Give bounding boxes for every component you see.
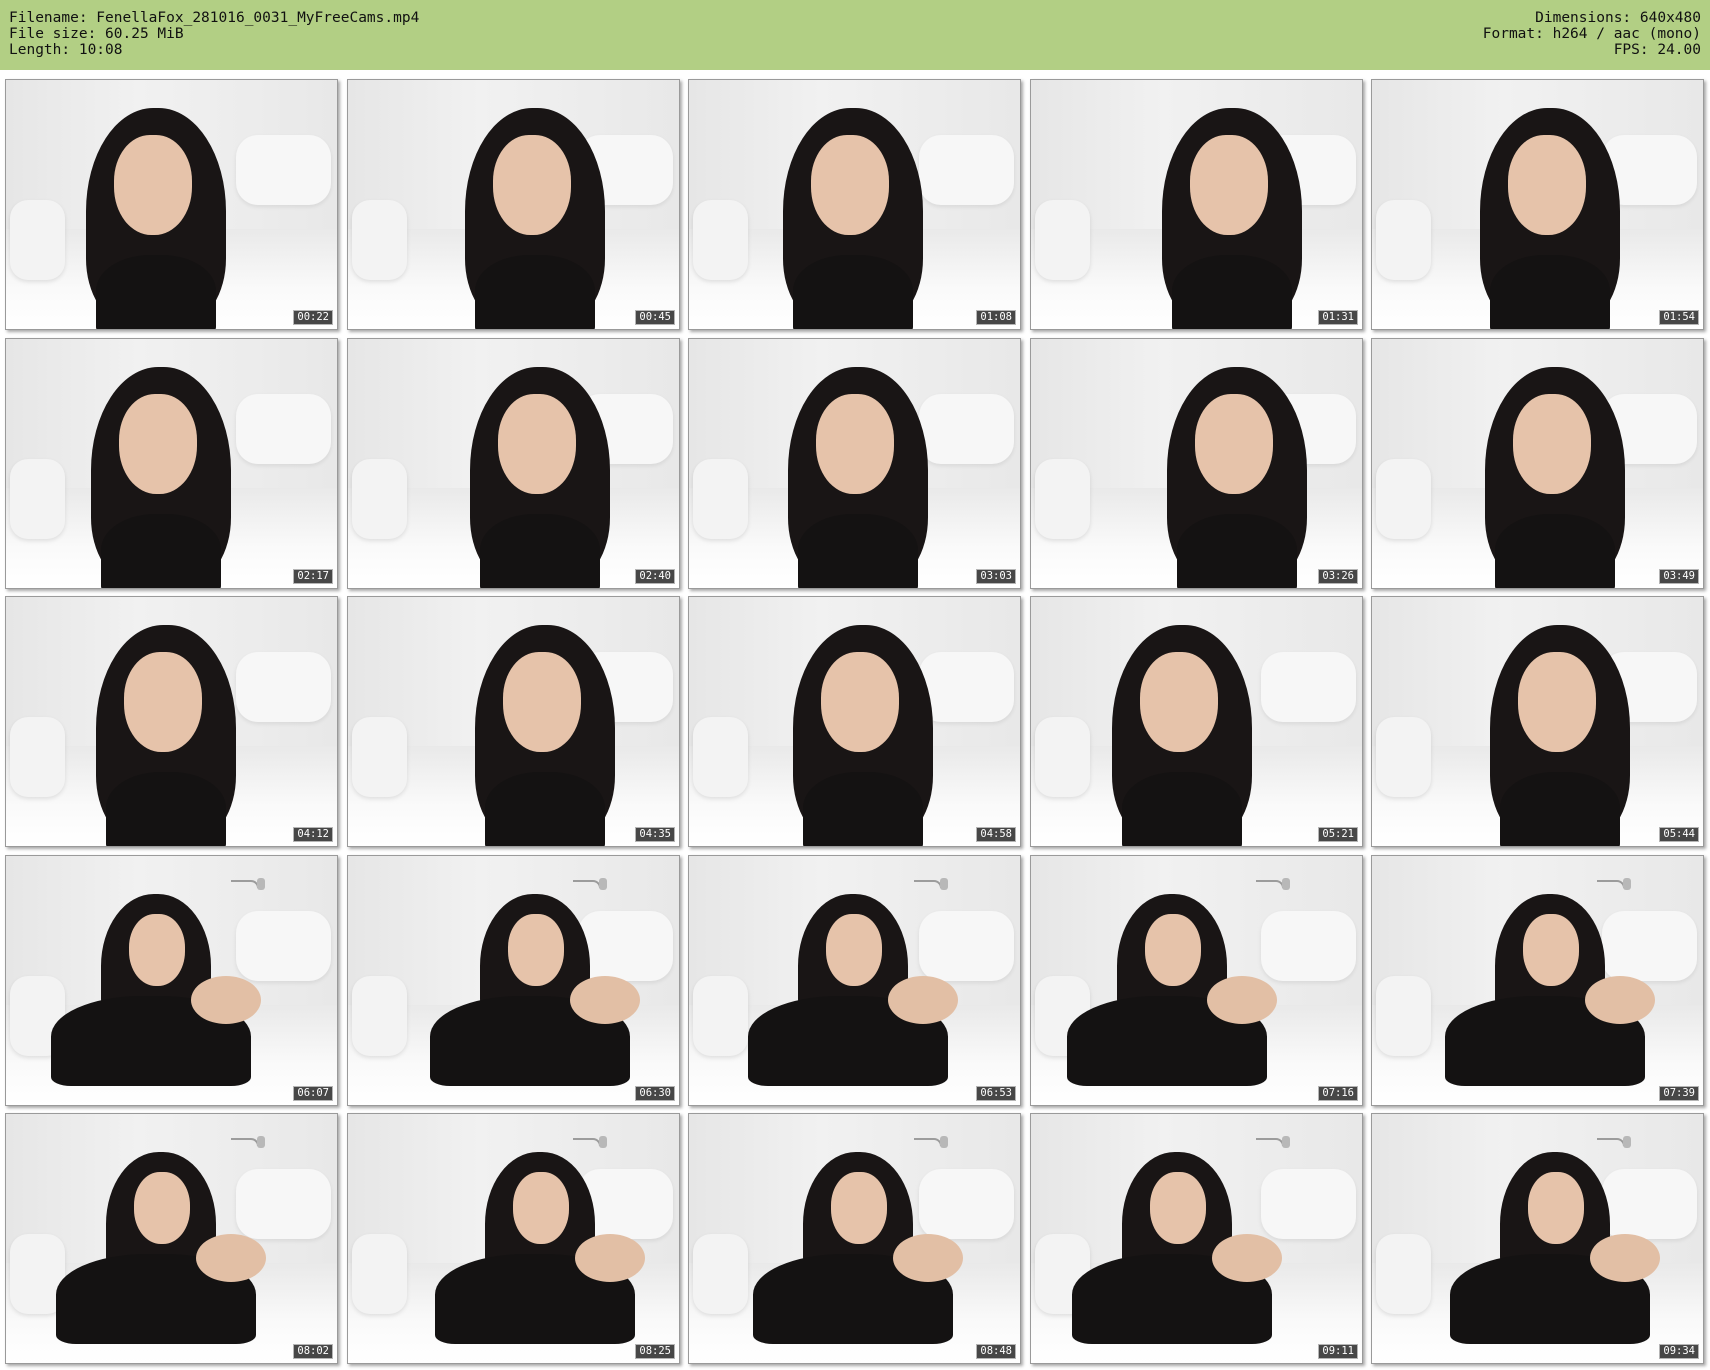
video-frame-thumbnail: 03:26 <box>1030 338 1363 589</box>
timestamp-label: 05:44 <box>1659 827 1699 842</box>
video-frame-thumbnail: 03:03 <box>688 338 1021 589</box>
timestamp-label: 04:12 <box>293 827 333 842</box>
timestamp-label: 01:08 <box>976 310 1016 325</box>
video-frame-thumbnail: 06:53 <box>688 855 1021 1106</box>
video-frame-thumbnail: 02:17 <box>5 338 338 589</box>
timestamp-label: 09:34 <box>1659 1344 1699 1359</box>
timestamp-label: 07:16 <box>1318 1086 1358 1101</box>
timestamp-label: 02:40 <box>635 569 675 584</box>
timestamp-label: 08:48 <box>976 1344 1016 1359</box>
timestamp-label: 05:21 <box>1318 827 1358 842</box>
video-frame-thumbnail: 04:58 <box>688 596 1021 847</box>
video-frame-thumbnail: 08:02 <box>5 1113 338 1364</box>
video-frame-thumbnail: 00:45 <box>347 79 680 330</box>
timestamp-label: 08:25 <box>635 1344 675 1359</box>
video-frame-thumbnail: 00:22 <box>5 79 338 330</box>
timestamp-label: 03:49 <box>1659 569 1699 584</box>
timestamp-label: 01:31 <box>1318 310 1358 325</box>
timestamp-label: 01:54 <box>1659 310 1699 325</box>
timestamp-label: 03:26 <box>1318 569 1358 584</box>
timestamp-label: 08:02 <box>293 1344 333 1359</box>
video-frame-thumbnail: 02:40 <box>347 338 680 589</box>
video-frame-thumbnail: 07:39 <box>1371 855 1704 1106</box>
timestamp-label: 00:22 <box>293 310 333 325</box>
video-frame-thumbnail: 05:44 <box>1371 596 1704 847</box>
timestamp-label: 09:11 <box>1318 1344 1358 1359</box>
video-frame-thumbnail: 01:08 <box>688 79 1021 330</box>
timestamp-label: 04:58 <box>976 827 1016 842</box>
timestamp-label: 03:03 <box>976 569 1016 584</box>
thumbnail-grid: 00:22 00:45 01:08 01:31 01:54 02:17 02:40 03:03… <box>0 0 1710 1370</box>
video-frame-thumbnail: 01:31 <box>1030 79 1363 330</box>
video-frame-thumbnail: 04:12 <box>5 596 338 847</box>
timestamp-label: 06:30 <box>635 1086 675 1101</box>
video-frame-thumbnail: 09:11 <box>1030 1113 1363 1364</box>
timestamp-label: 06:07 <box>293 1086 333 1101</box>
video-frame-thumbnail: 04:35 <box>347 596 680 847</box>
video-frame-thumbnail: 06:07 <box>5 855 338 1106</box>
video-frame-thumbnail: 09:34 <box>1371 1113 1704 1364</box>
video-frame-thumbnail: 06:30 <box>347 855 680 1106</box>
timestamp-label: 04:35 <box>635 827 675 842</box>
video-frame-thumbnail: 08:25 <box>347 1113 680 1364</box>
video-frame-thumbnail: 07:16 <box>1030 855 1363 1106</box>
timestamp-label: 00:45 <box>635 310 675 325</box>
video-frame-thumbnail: 01:54 <box>1371 79 1704 330</box>
video-frame-thumbnail: 05:21 <box>1030 596 1363 847</box>
video-frame-thumbnail: 03:49 <box>1371 338 1704 589</box>
timestamp-label: 07:39 <box>1659 1086 1699 1101</box>
timestamp-label: 06:53 <box>976 1086 1016 1101</box>
video-frame-thumbnail: 08:48 <box>688 1113 1021 1364</box>
timestamp-label: 02:17 <box>293 569 333 584</box>
